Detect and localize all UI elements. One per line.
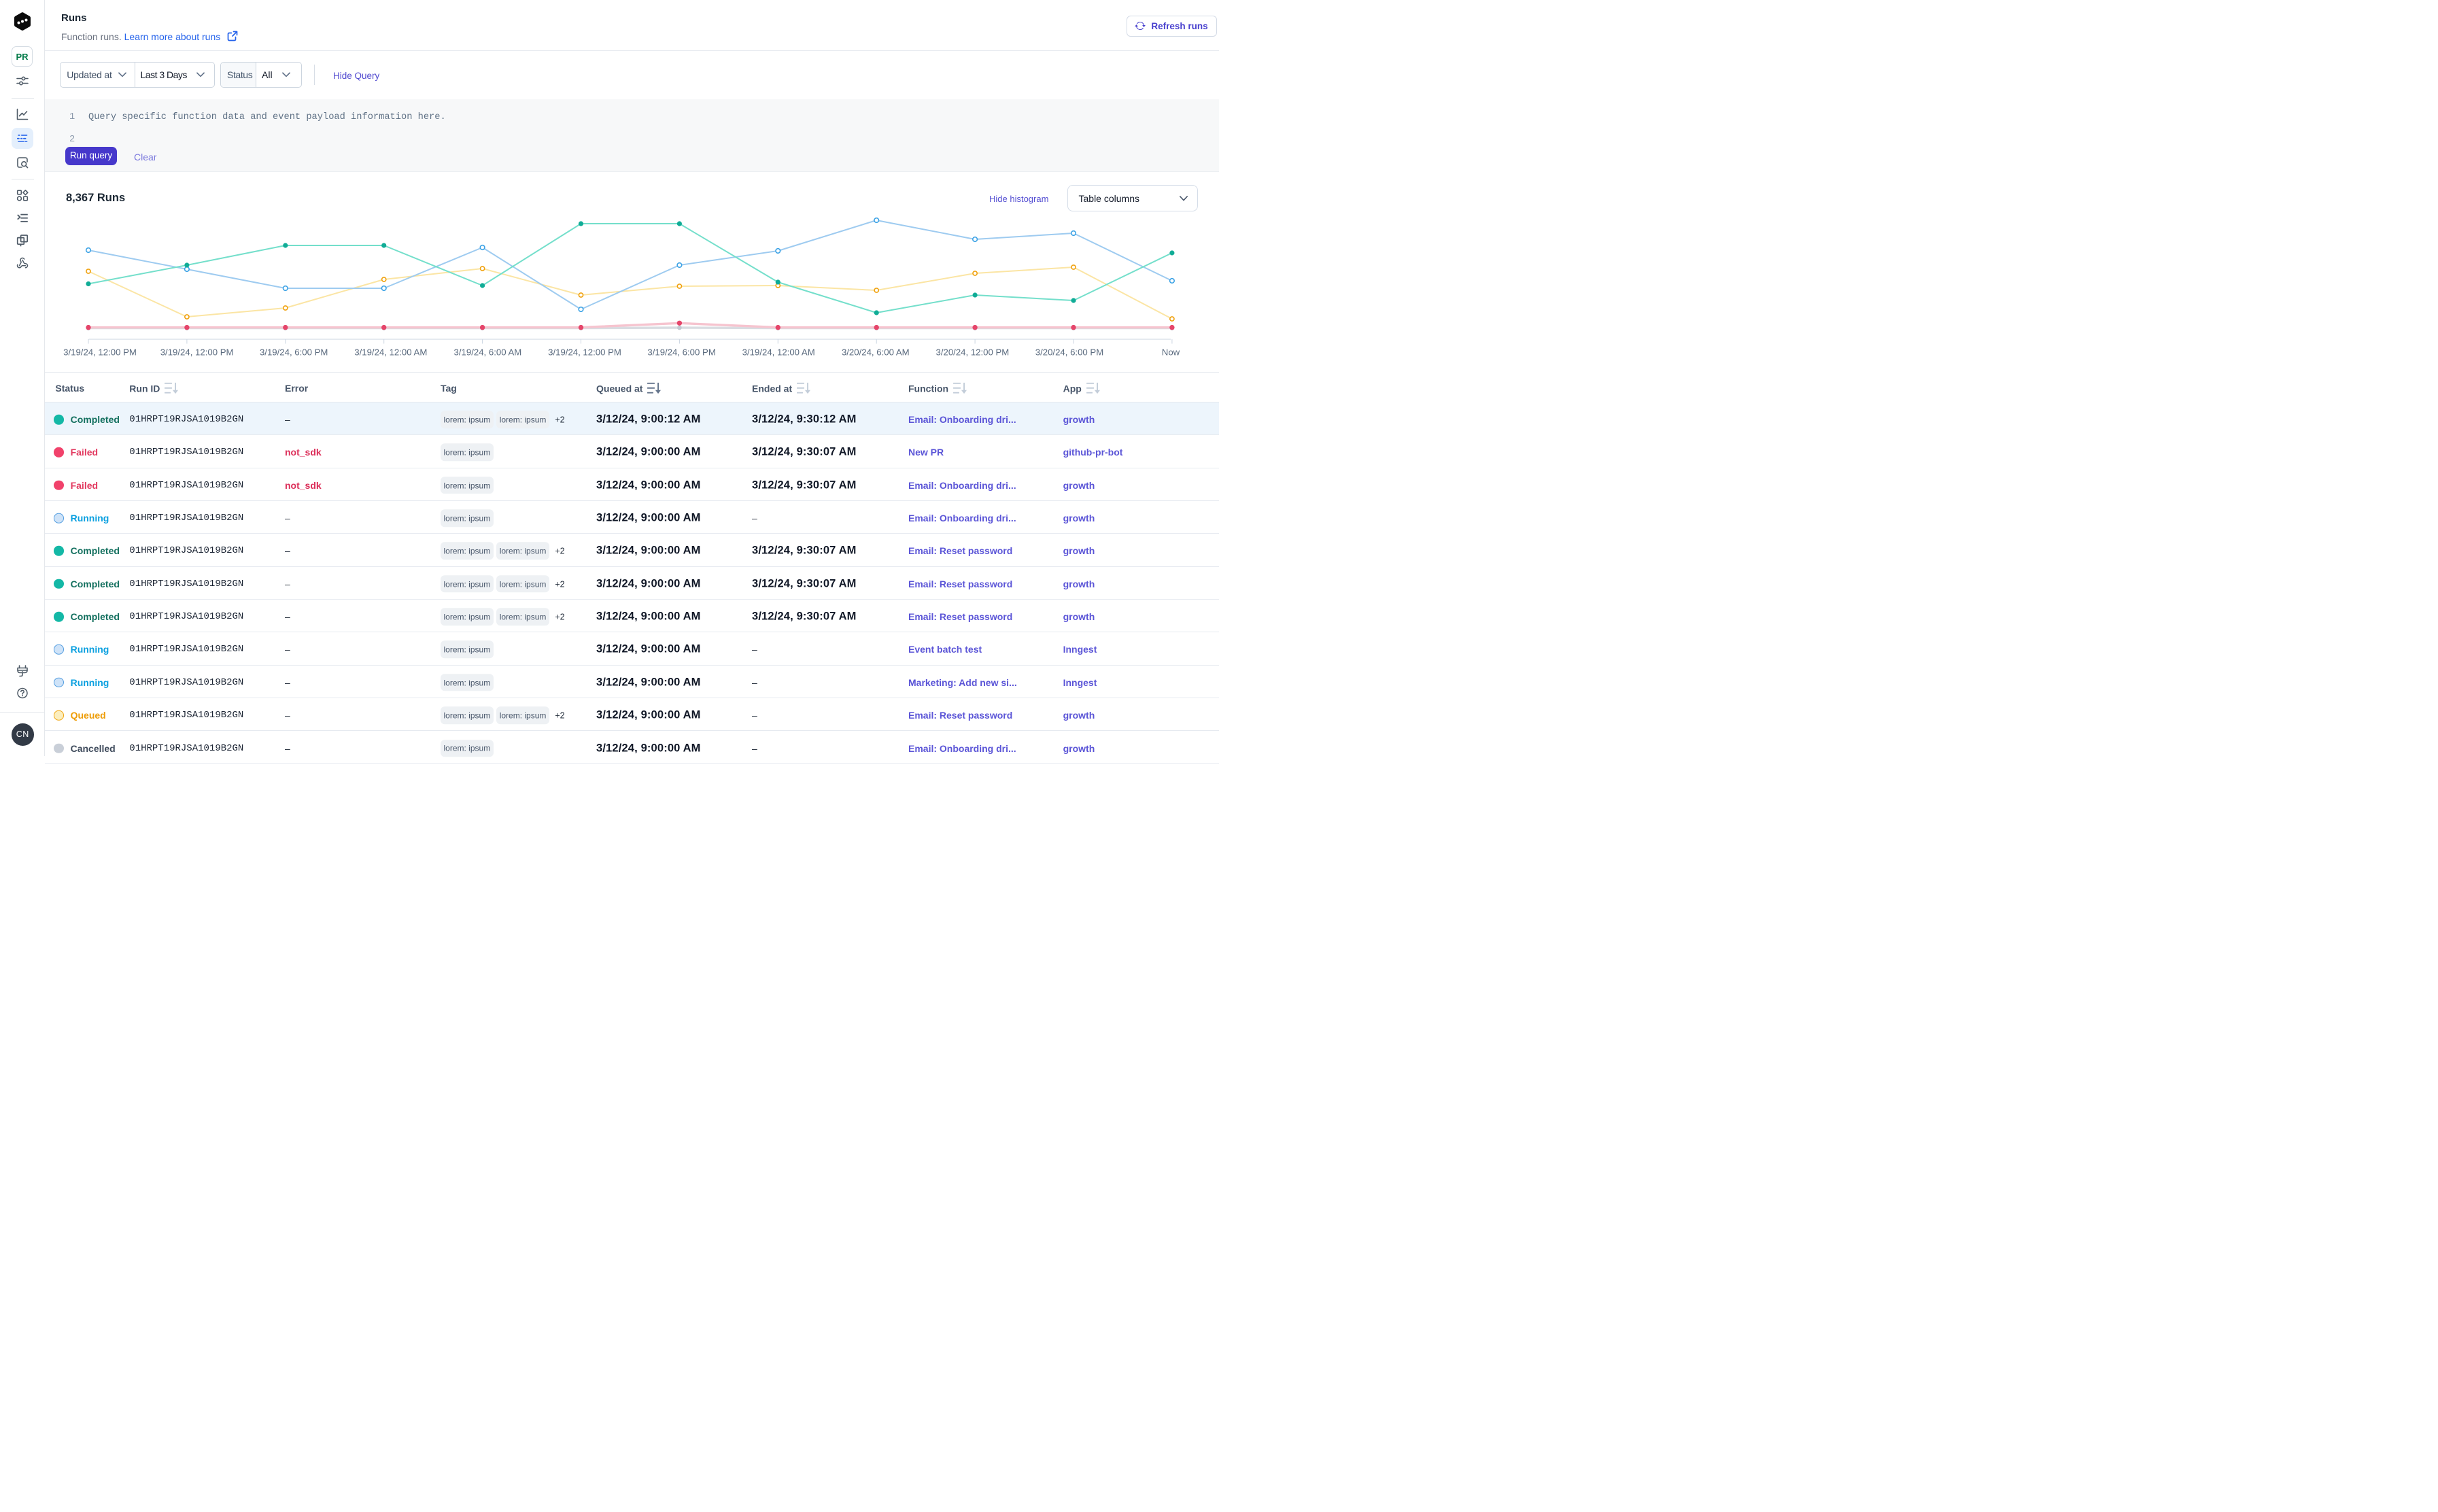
svg-text:3/19/24, 12:00 PM: 3/19/24, 12:00 PM (160, 347, 234, 358)
svg-text:3/19/24, 12:00 PM: 3/19/24, 12:00 PM (548, 347, 621, 358)
svg-text:3/20/24, 6:00 AM: 3/20/24, 6:00 AM (842, 347, 910, 358)
svg-text:Now: Now (1162, 347, 1180, 358)
svg-text:3/20/24, 12:00 PM: 3/20/24, 12:00 PM (936, 347, 1010, 358)
svg-text:3/19/24, 12:00 AM: 3/19/24, 12:00 AM (742, 347, 815, 358)
svg-text:3/20/24, 6:00 PM: 3/20/24, 6:00 PM (1035, 347, 1103, 358)
svg-text:3/19/24, 6:00 PM: 3/19/24, 6:00 PM (260, 347, 328, 358)
svg-text:3/19/24, 12:00 AM: 3/19/24, 12:00 AM (354, 347, 427, 358)
svg-text:3/19/24, 6:00 PM: 3/19/24, 6:00 PM (647, 347, 715, 358)
svg-text:3/19/24, 6:00 AM: 3/19/24, 6:00 AM (454, 347, 522, 358)
svg-text:3/19/24, 12:00 PM: 3/19/24, 12:00 PM (63, 347, 137, 358)
